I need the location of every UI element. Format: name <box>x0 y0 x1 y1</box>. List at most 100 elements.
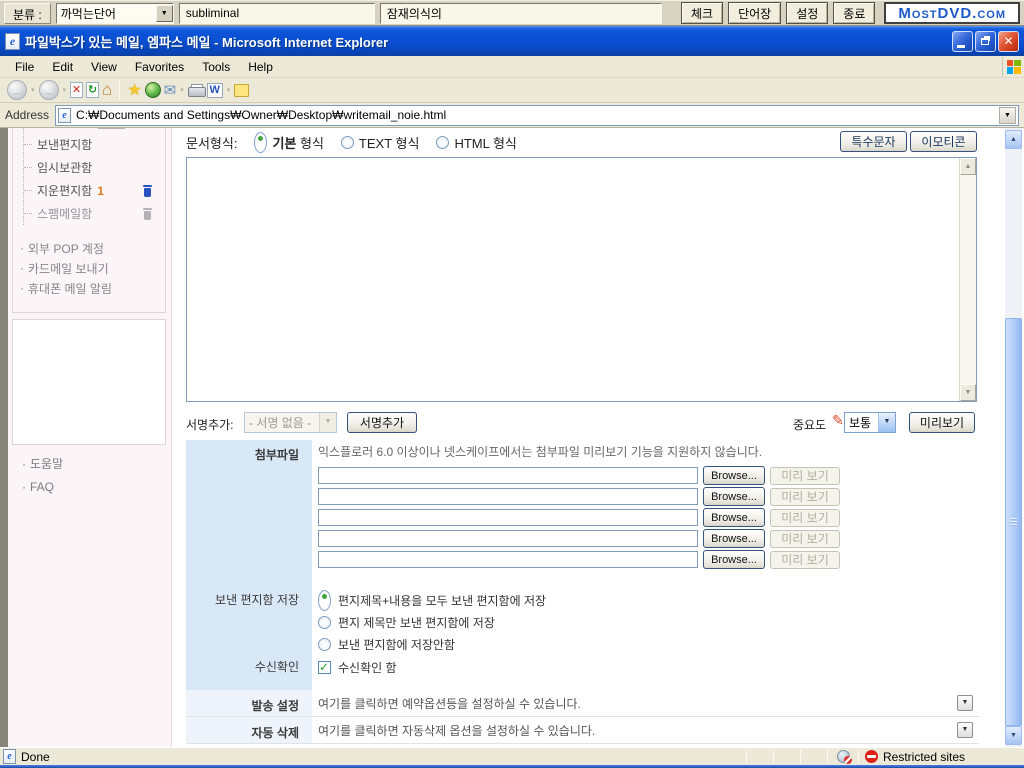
settings-button[interactable]: 설정 <box>786 2 828 24</box>
meaning-field[interactable]: 잠재의식의 <box>380 3 662 24</box>
restore-button[interactable] <box>975 31 996 52</box>
radio-selected-icon[interactable] <box>254 132 267 153</box>
message-body-textarea[interactable]: ▲ ▼ <box>186 157 977 402</box>
auto-delete-row[interactable]: 자동 삭제 여기를 클릭하면 자동삭제 옵션을 설정하실 수 있습니다. ▼ <box>186 717 979 744</box>
favorites-icon[interactable]: ★ <box>127 79 141 101</box>
wordbook-button[interactable]: 단어장 <box>728 2 781 24</box>
expand-auto-delete-icon[interactable]: ▼ <box>957 722 973 738</box>
browse-button-3[interactable]: Browse... <box>703 508 765 527</box>
mail-dropdown-icon[interactable]: ▾ <box>180 86 184 94</box>
back-icon[interactable]: ← <box>7 80 27 100</box>
sidebar-link-faq[interactable]: ·FAQ <box>22 475 63 498</box>
doc-format-option-html[interactable]: HTML 형식 <box>436 133 516 152</box>
menu-tools[interactable]: Tools <box>193 57 239 77</box>
toolbar-separator <box>119 80 120 100</box>
minimize-button[interactable] <box>952 31 973 52</box>
sidebar-links: ·외부 POP 계정 ·카드메일 보내기 ·휴대폰 메일 알림 <box>20 238 112 298</box>
page-scrollbar[interactable]: ▲ ▼ <box>1005 128 1022 747</box>
sidebar-item-spam[interactable]: 스팸메일함 <box>24 202 165 225</box>
word-dropdown-icon[interactable]: ▾ <box>227 86 231 94</box>
radio-icon[interactable] <box>318 638 331 651</box>
check-button[interactable]: 체크 <box>681 2 723 24</box>
preview-button[interactable]: 미리보기 <box>909 412 975 433</box>
emoticon-button[interactable]: 이모티콘 <box>910 131 977 152</box>
doc-format-option-basic[interactable]: 기본 형식 <box>254 132 323 153</box>
address-input[interactable]: e C:₩Documents and Settings₩Owner₩Deskto… <box>55 105 1019 126</box>
browse-button-2[interactable]: Browse... <box>703 487 765 506</box>
file-input-5[interactable] <box>318 551 698 568</box>
radio-selected-icon[interactable] <box>318 590 331 611</box>
menu-view[interactable]: View <box>82 57 126 77</box>
browse-button-4[interactable]: Browse... <box>703 529 765 548</box>
discuss-icon[interactable] <box>234 84 249 97</box>
stop-icon[interactable]: ✕ <box>70 82 83 98</box>
empty-trash-icon[interactable] <box>142 185 153 197</box>
scroll-down-icon[interactable]: ▼ <box>1005 726 1022 745</box>
doc-format-option-text[interactable]: TEXT 형식 <box>341 133 420 152</box>
mail-icon[interactable]: ✉ <box>164 79 177 101</box>
refresh-icon[interactable]: ↻ <box>86 82 99 98</box>
save-sent-option-title-only[interactable]: 편지 제목만 보낸 편지함에 저장 <box>318 611 979 633</box>
address-dropdown-icon[interactable]: ▼ <box>999 107 1016 124</box>
file-row: Browse... 미리 보기 <box>318 550 979 569</box>
menu-favorites[interactable]: Favorites <box>126 57 193 77</box>
edit-with-word-icon[interactable]: W <box>207 83 223 98</box>
browse-button-1[interactable]: Browse... <box>703 466 765 485</box>
checkbox-checked-icon[interactable]: ✓ <box>318 661 331 674</box>
scroll-up-icon[interactable]: ▲ <box>960 158 976 175</box>
importance-label: 중요도 <box>793 416 826 433</box>
menu-file[interactable]: File <box>6 57 43 77</box>
address-label: Address <box>5 108 49 122</box>
forward-icon[interactable]: → <box>39 80 59 100</box>
category-dropdown[interactable]: 까먹는단어 ▼ <box>56 3 174 24</box>
home-icon[interactable]: ⌂ <box>102 79 112 101</box>
sidebar-item-sent[interactable]: 보낸편지함 <box>24 133 165 156</box>
file-input-2[interactable] <box>318 488 698 505</box>
importance-select[interactable]: 보통 ▼ <box>844 412 896 433</box>
doc-format-row: 문서형식: 기본 형식 TEXT 형식 HTML 형식 <box>186 132 517 153</box>
expand-send-setting-icon[interactable]: ▼ <box>957 695 973 711</box>
forward-dropdown-icon[interactable]: ▾ <box>63 86 67 94</box>
scrollbar-thumb[interactable] <box>1005 318 1022 726</box>
receipt-checkbox-option[interactable]: ✓ 수신확인 함 <box>318 656 979 678</box>
dropdown-arrow-icon[interactable]: ▼ <box>156 5 173 22</box>
print-icon[interactable] <box>188 84 204 97</box>
deleted-count: 1 <box>97 184 104 198</box>
scroll-down-icon[interactable]: ▼ <box>960 384 976 401</box>
sidebar-item-deleted[interactable]: 지운편지함 1 <box>24 179 165 202</box>
word-field[interactable]: subliminal <box>179 3 375 24</box>
sidebar-link-help[interactable]: ·도움말 <box>22 452 63 475</box>
sidebar-link-cardmail[interactable]: ·카드메일 보내기 <box>20 258 112 278</box>
add-signature-button[interactable]: 서명추가 <box>347 412 417 433</box>
auto-delete-desc: 여기를 클릭하면 자동삭제 옵션을 설정하실 수 있습니다. <box>318 722 595 739</box>
radio-icon[interactable] <box>436 136 449 149</box>
menu-edit[interactable]: Edit <box>43 57 82 77</box>
billing-settings-button[interactable]: 설정 <box>98 128 124 129</box>
special-char-button[interactable]: 특수문자 <box>840 131 907 152</box>
options-table: 첨부파일 익스플로러 6.0 이상이나 넷스케이프에서는 첨부파일 미리보기 기… <box>186 440 979 744</box>
empty-spam-icon[interactable] <box>142 208 153 220</box>
history-icon[interactable] <box>145 82 161 98</box>
radio-icon[interactable] <box>341 136 354 149</box>
sidebar-link-pop[interactable]: ·외부 POP 계정 <box>20 238 112 258</box>
back-dropdown-icon[interactable]: ▾ <box>31 86 35 94</box>
status-pane <box>776 750 798 764</box>
scroll-up-icon[interactable]: ▲ <box>1005 130 1022 149</box>
file-input-1[interactable] <box>318 467 698 484</box>
save-sent-option-all[interactable]: 편지제목+내용을 모두 보낸 편지함에 저장 <box>318 589 979 611</box>
status-pane <box>749 750 771 764</box>
file-input-3[interactable] <box>318 509 698 526</box>
file-input-4[interactable] <box>318 530 698 547</box>
menu-help[interactable]: Help <box>239 57 282 77</box>
textarea-scrollbar[interactable]: ▲ ▼ <box>959 158 976 401</box>
dropdown-arrow-icon[interactable]: ▼ <box>878 413 895 432</box>
sidebar-item-draft[interactable]: 임시보관함 <box>24 156 165 179</box>
bullet-icon: · <box>20 261 24 275</box>
folder-label: 청구서함 <box>37 128 81 130</box>
close-button[interactable]: ✕ <box>998 31 1019 52</box>
send-setting-row[interactable]: 발송 설정 여기를 클릭하면 예약옵션등을 설정하실 수 있습니다. ▼ <box>186 690 979 717</box>
radio-icon[interactable] <box>318 616 331 629</box>
exit-button[interactable]: 종료 <box>833 2 875 24</box>
browse-button-5[interactable]: Browse... <box>703 550 765 569</box>
sidebar-link-mobile[interactable]: ·휴대폰 메일 알림 <box>20 278 112 298</box>
